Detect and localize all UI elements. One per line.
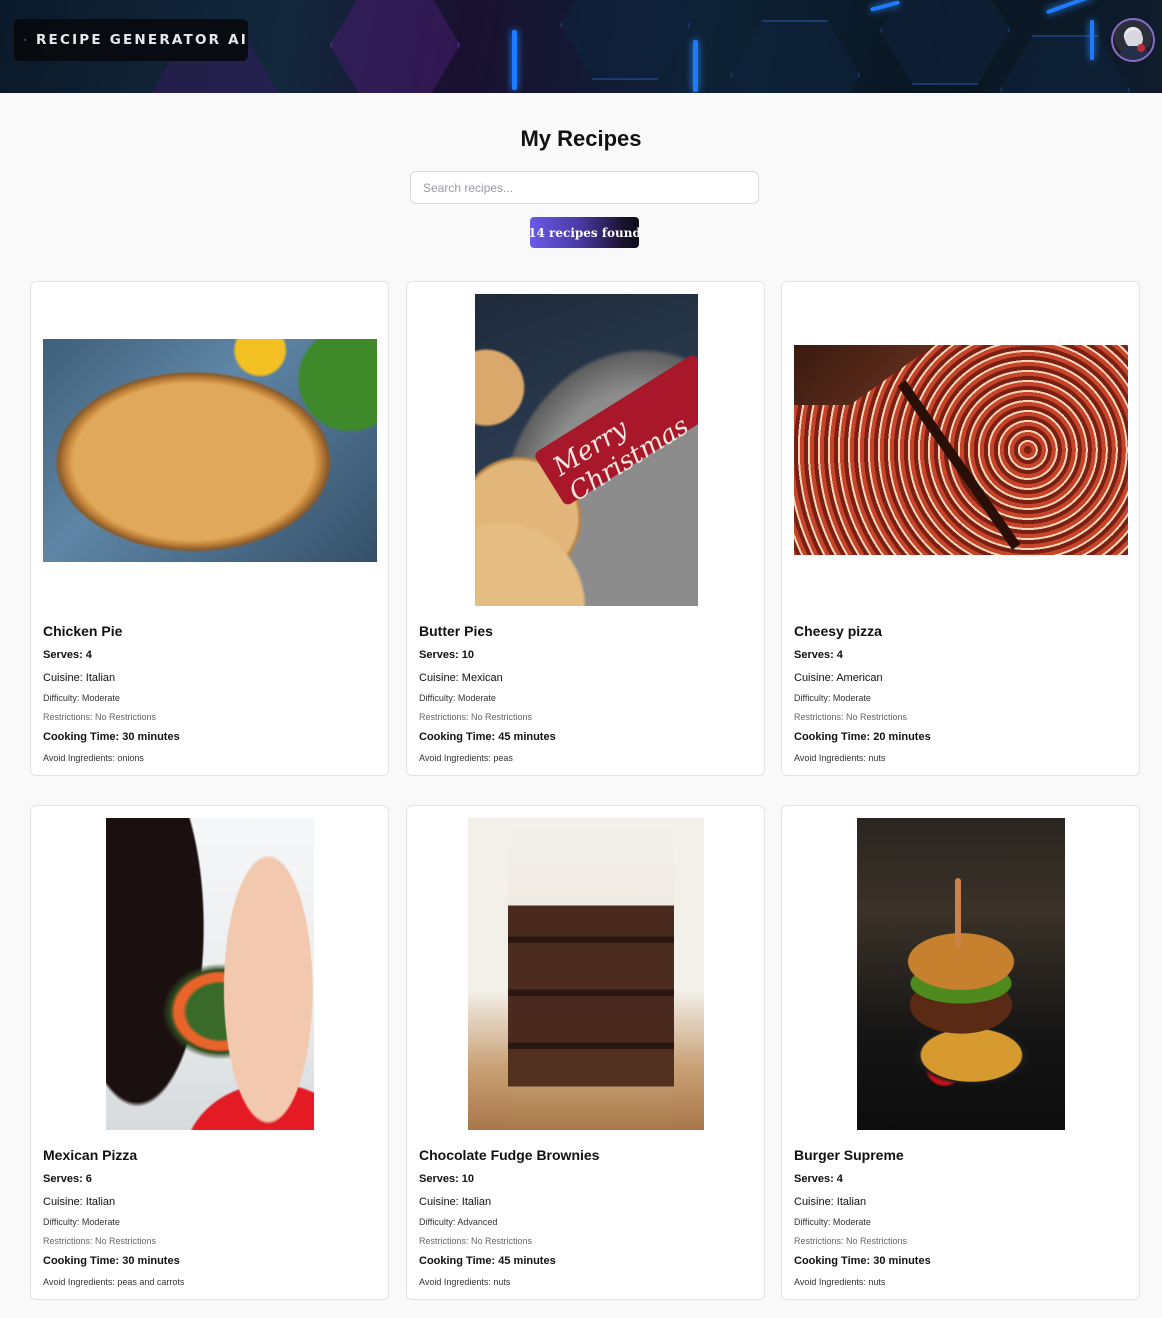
banner-neon-line (512, 30, 517, 90)
recipe-avoid-ingredients: Avoid Ingredients: peas (419, 753, 513, 763)
recipe-card[interactable]: Merry Christmas Butter Pies Serves: 10 C… (406, 281, 765, 776)
recipe-photo-butter-pies: Merry Christmas (474, 294, 698, 606)
recipe-title: Cheesy pizza (794, 623, 882, 639)
recipe-difficulty: Difficulty: Moderate (43, 693, 120, 703)
recipe-avoid-ingredients: Avoid Ingredients: nuts (419, 1277, 511, 1287)
banner-decoration (560, 0, 690, 80)
recipe-photo-cheesy-pizza (794, 345, 1128, 555)
recipe-title: Burger Supreme (794, 1147, 904, 1163)
user-avatar[interactable] (1111, 18, 1155, 62)
page-title: My Recipes (520, 126, 642, 151)
banner-neon-line (1045, 0, 1095, 15)
recipe-card[interactable]: Cheesy pizza Serves: 4 Cuisine: American… (781, 281, 1140, 776)
recipe-image-container (794, 818, 1128, 1130)
recipe-cuisine: Cuisine: Italian (794, 1196, 867, 1208)
recipe-serves: Serves: 10 (419, 649, 475, 661)
recipe-cooking-time: Cooking Time: 45 minutes (419, 1255, 556, 1267)
recipe-cooking-time: Cooking Time: 30 minutes (794, 1255, 931, 1267)
recipe-difficulty: Difficulty: Moderate (43, 1217, 120, 1227)
recipe-photo-mexican-pizza (106, 818, 314, 1130)
recipe-image-container (43, 294, 377, 606)
recipe-cooking-time: Cooking Time: 20 minutes (794, 731, 931, 743)
recipe-card[interactable]: Burger Supreme Serves: 4 Cuisine: Italia… (781, 805, 1140, 1300)
banner-neon-line (1090, 20, 1094, 60)
recipe-avoid-ingredients: Avoid Ingredients: peas and carrots (43, 1277, 185, 1287)
recipe-restrictions: Restrictions: No Restrictions (43, 1236, 157, 1246)
recipe-serves: Serves: 4 (43, 649, 92, 661)
recipe-restrictions: Restrictions: No Restrictions (419, 712, 533, 722)
recipe-cuisine: Cuisine: American (794, 672, 883, 684)
app-logo-text: RECIPE GENERATOR AI (35, 32, 248, 48)
recipe-title: Butter Pies (419, 623, 493, 639)
recipe-cuisine: Cuisine: Mexican (419, 672, 503, 684)
recipe-title: Chocolate Fudge Brownies (419, 1147, 600, 1163)
recipe-difficulty: Difficulty: Moderate (794, 1217, 871, 1227)
recipe-image-container (43, 818, 377, 1130)
recipe-cooking-time: Cooking Time: 30 minutes (43, 731, 180, 743)
recipe-difficulty: Difficulty: Moderate (419, 693, 496, 703)
banner-decoration (730, 20, 860, 93)
recipe-restrictions: Restrictions: No Restrictions (794, 712, 908, 722)
recipe-serves: Serves: 4 (794, 1173, 843, 1185)
recipe-cuisine: Cuisine: Italian (43, 1196, 116, 1208)
recipe-difficulty: Difficulty: Advanced (419, 1217, 498, 1227)
recipe-title: Chicken Pie (43, 623, 123, 639)
recipe-serves: Serves: 6 (43, 1173, 92, 1185)
recipe-avoid-ingredients: Avoid Ingredients: nuts (794, 753, 886, 763)
recipe-serves: Serves: 4 (794, 649, 843, 661)
recipe-restrictions: Restrictions: No Restrictions (43, 712, 157, 722)
recipe-restrictions: Restrictions: No Restrictions (794, 1236, 908, 1246)
recipe-image-container (419, 818, 753, 1130)
recipe-photo-chocolate-fudge-brownies (468, 818, 704, 1130)
banner-decoration (330, 0, 460, 93)
recipe-avoid-ingredients: Avoid Ingredients: onions (43, 753, 144, 763)
recipe-photo-burger-supreme (857, 818, 1065, 1130)
recipe-photo-chicken-pie (43, 338, 377, 562)
recipe-avoid-ingredients: Avoid Ingredients: nuts (794, 1277, 886, 1287)
recipe-cooking-time: Cooking Time: 45 minutes (419, 731, 556, 743)
banner-decoration (880, 0, 1010, 85)
recipe-card[interactable]: Chocolate Fudge Brownies Serves: 10 Cuis… (406, 805, 765, 1300)
banner-neon-line (693, 40, 698, 92)
cube-logo-icon (24, 39, 26, 41)
recipe-restrictions: Restrictions: No Restrictions (419, 1236, 533, 1246)
recipe-image-container (794, 294, 1128, 606)
recipe-count-badge: 14 recipes found (528, 217, 641, 248)
search-input[interactable] (410, 171, 759, 204)
recipe-card[interactable]: Chicken Pie Serves: 4 Cuisine: Italian D… (30, 281, 389, 776)
recipe-title: Mexican Pizza (43, 1147, 138, 1163)
recipe-difficulty: Difficulty: Moderate (794, 693, 871, 703)
recipe-cuisine: Cuisine: Italian (419, 1196, 492, 1208)
app-logo[interactable]: RECIPE GENERATOR AI (14, 19, 248, 61)
recipe-card[interactable]: Mexican Pizza Serves: 6 Cuisine: Italian… (30, 805, 389, 1300)
recipe-image-container: Merry Christmas (419, 294, 753, 606)
recipe-cooking-time: Cooking Time: 30 minutes (43, 1255, 180, 1267)
recipe-serves: Serves: 10 (419, 1173, 475, 1185)
recipe-cuisine: Cuisine: Italian (43, 672, 116, 684)
header-banner: RECIPE GENERATOR AI (0, 0, 1162, 93)
